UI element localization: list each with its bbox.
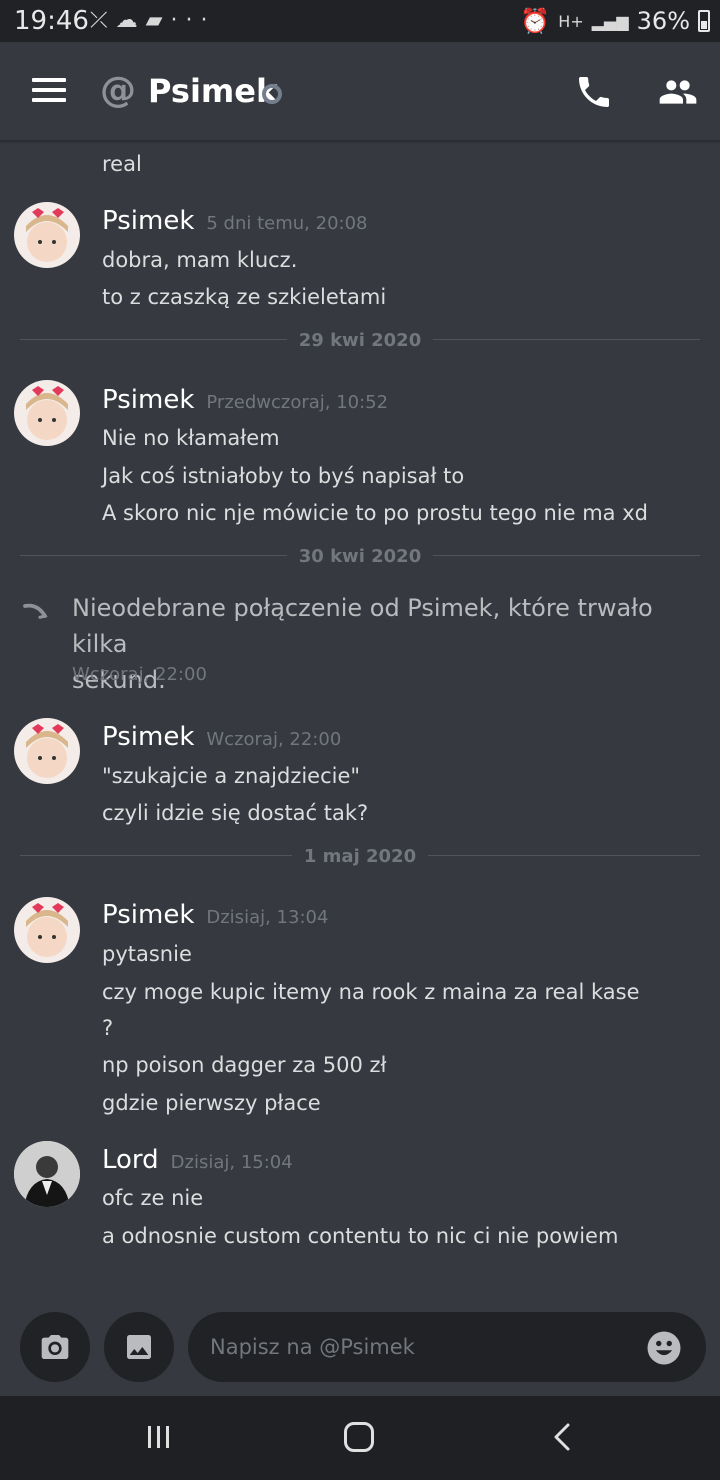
missed-call-icon	[23, 603, 48, 619]
author-name[interactable]: Psimek	[102, 206, 194, 236]
camera-button[interactable]	[20, 1312, 90, 1382]
message-timestamp: 5 dni temu, 20:08	[206, 213, 368, 234]
message-text: A skoro nic nje mówicie to po prostu teg…	[102, 501, 648, 525]
message-header: Psimek Przedwczoraj, 10:52	[102, 385, 388, 415]
emoji-icon[interactable]	[646, 1330, 682, 1366]
image-icon	[127, 1335, 151, 1359]
message-text: ofc ze nie	[102, 1186, 204, 1210]
message-icon: ▰	[145, 8, 171, 33]
image-button[interactable]	[104, 1312, 174, 1382]
system-icons: ⏰ H+ ▂▄▆ 36%	[520, 7, 710, 35]
back-icon[interactable]	[550, 1422, 574, 1452]
message-timestamp: Przedwczoraj, 10:52	[206, 392, 389, 413]
channel-title[interactable]: Psimek	[148, 72, 277, 110]
menu-icon[interactable]	[32, 78, 66, 102]
date-divider-label: 30 kwi 2020	[286, 546, 434, 567]
network-hplus-icon: H+	[558, 11, 584, 31]
home-icon[interactable]	[344, 1422, 374, 1452]
more-icon: ···	[170, 8, 216, 33]
message-text: real	[102, 152, 142, 176]
message-text: gdzie pierwszy płace	[102, 1091, 321, 1115]
offline-status-icon	[262, 84, 282, 104]
message-text: dobra, mam klucz.	[102, 248, 298, 272]
message-text: ?	[102, 1016, 114, 1040]
message-text: a odnosnie custom contentu to nic ci nie…	[102, 1224, 619, 1248]
system-nav-bar	[0, 1396, 720, 1480]
alarm-icon: ⏰	[520, 7, 551, 35]
signal-icon: ▂▄▆	[591, 11, 629, 31]
author-name[interactable]: Psimek	[102, 385, 194, 415]
missed-call-icon: ⤫	[90, 8, 116, 33]
avatar[interactable]	[14, 1141, 80, 1207]
message-header: Psimek Wczoraj, 22:00	[102, 722, 341, 752]
call-icon[interactable]	[574, 72, 614, 112]
friends-icon[interactable]	[656, 72, 700, 112]
date-divider: 30 kwi 2020	[20, 546, 700, 567]
message-composer	[0, 1300, 720, 1396]
system-text: Nieodebrane połączenie od Psimek, które …	[72, 594, 653, 658]
avatar[interactable]	[14, 380, 80, 446]
camera-icon	[41, 1335, 69, 1359]
author-name[interactable]: Psimek	[102, 900, 194, 930]
clock: 19:46	[14, 6, 89, 36]
date-divider: 29 kwi 2020	[20, 330, 700, 351]
message-input[interactable]	[188, 1312, 706, 1382]
message-text: Nie no kłamałem	[102, 426, 280, 450]
notification-icons: ⤫☁▰···	[90, 8, 216, 33]
message-header: Lord Dzisiaj, 15:04	[102, 1145, 293, 1175]
message-header: Psimek 5 dni temu, 20:08	[102, 206, 368, 236]
date-divider-label: 29 kwi 2020	[286, 330, 434, 351]
message-text: pytasnie	[102, 942, 192, 966]
weather-icon: ☁	[115, 8, 146, 33]
message-timestamp: Dzisiaj, 13:04	[206, 907, 329, 928]
date-divider-label: 1 maj 2020	[291, 846, 429, 867]
date-divider: 1 maj 2020	[20, 846, 700, 867]
message-text: "szukajcie a znajdziecie"	[102, 764, 361, 788]
battery-icon	[698, 10, 710, 32]
message-text: to z czaszką ze szkieletami	[102, 285, 387, 309]
message-text: Jak coś istniałoby to byś napisał to	[102, 464, 465, 488]
battery-level: 36%	[636, 7, 690, 35]
message-text: np poison dagger za 500 zł	[102, 1053, 387, 1077]
avatar[interactable]	[14, 897, 80, 963]
message-text: czy moge kupic itemy na rook z maina za …	[102, 980, 640, 1004]
app-header: @ Psimek	[0, 42, 720, 140]
at-icon: @	[100, 70, 136, 111]
avatar[interactable]	[14, 718, 80, 784]
recent-apps-icon[interactable]	[146, 1424, 172, 1450]
avatar[interactable]	[14, 202, 80, 268]
message-timestamp: Dzisiaj, 15:04	[170, 1152, 293, 1173]
author-name[interactable]: Lord	[102, 1145, 159, 1175]
message-header: Psimek Dzisiaj, 13:04	[102, 900, 328, 930]
status-bar: 19:46 ⤫☁▰··· ⏰ H+ ▂▄▆ 36%	[0, 0, 720, 42]
message-text: czyli idzie się dostać tak?	[102, 801, 369, 825]
message-timestamp: Wczoraj, 22:00	[72, 664, 207, 685]
message-list[interactable]: real Psimek 5 dni temu, 20:08 dobra, mam …	[0, 140, 720, 1300]
author-name[interactable]: Psimek	[102, 722, 194, 752]
message-timestamp: Wczoraj, 22:00	[206, 729, 342, 750]
